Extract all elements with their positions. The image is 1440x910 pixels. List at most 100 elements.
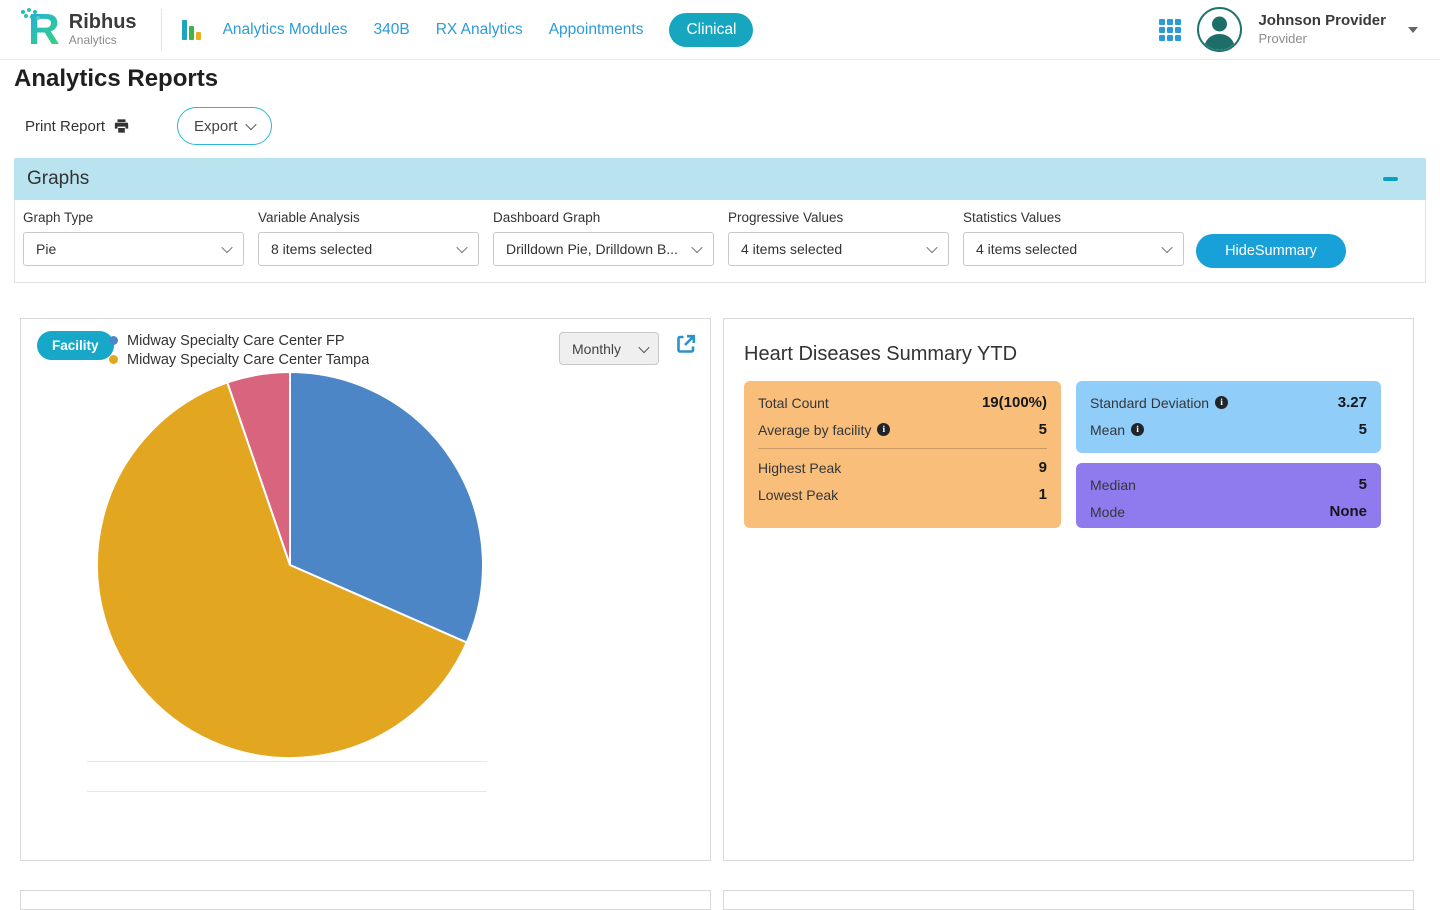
period-select[interactable]: Monthly <box>559 332 659 365</box>
legend-dot-icon <box>109 336 118 345</box>
summary-row: Lowest Peak 1 <box>758 481 1047 508</box>
control-progressive-values: Progressive Values 4 items selected <box>728 210 963 282</box>
control-graph-type: Graph Type Pie <box>23 210 258 282</box>
graphs-section-header: Graphs <box>14 158 1426 200</box>
control-label: Statistics Values <box>963 210 1198 225</box>
header-right: Johnson Provider Provider <box>1159 7 1418 52</box>
nav-340b[interactable]: 340B <box>373 21 409 39</box>
user-role: Provider <box>1258 31 1386 47</box>
pie-chart[interactable] <box>95 370 485 760</box>
selected-value: Pie <box>36 241 56 257</box>
apps-grid-icon[interactable] <box>1159 19 1181 41</box>
ribhus-logo-icon: R <box>28 8 60 52</box>
count-summary-card: Total Count 19(100%) Average by facility… <box>744 381 1061 528</box>
chevron-down-icon <box>926 242 937 253</box>
printer-icon <box>113 118 130 134</box>
hide-summary-button[interactable]: HideSummary <box>1196 234 1346 268</box>
row-label: Highest Peak <box>758 460 841 476</box>
row-value: 1 <box>1039 486 1047 503</box>
row-value: 5 <box>1039 421 1047 438</box>
control-label: Dashboard Graph <box>493 210 728 225</box>
summary-row: Total Count 19(100%) <box>758 389 1047 416</box>
collapse-minus-icon[interactable] <box>1383 177 1398 181</box>
selected-value: 4 items selected <box>741 241 842 257</box>
summary-row: Mean i 5 <box>1090 416 1367 443</box>
chevron-down-icon <box>1161 242 1172 253</box>
main-nav: Analytics Modules 340B RX Analytics Appo… <box>182 13 754 47</box>
print-report-label: Print Report <box>25 118 105 135</box>
dashboard-graph-select[interactable]: Drilldown Pie, Drilldown B... <box>493 232 714 266</box>
control-label: Variable Analysis <box>258 210 493 225</box>
export-button[interactable]: Export <box>177 107 272 145</box>
summary-panel: Heart Diseases Summary YTD Total Count 1… <box>723 318 1414 861</box>
chevron-down-icon <box>691 242 702 253</box>
chevron-down-icon <box>456 242 467 253</box>
graphs-section: Graphs Graph Type Pie Variable Analysis … <box>14 158 1426 283</box>
row-value: None <box>1330 503 1368 520</box>
chevron-down-icon <box>638 341 649 352</box>
graphs-controls-panel: Graph Type Pie Variable Analysis 8 items… <box>14 200 1426 283</box>
bar-chart-icon <box>182 20 201 40</box>
top-navigation-bar: R Ribhus Analytics Analytics Modules 340… <box>0 0 1440 60</box>
next-panel-left <box>20 890 711 910</box>
card-divider <box>758 448 1047 449</box>
selected-value: 8 items selected <box>271 241 372 257</box>
stats-summary-card: Standard Deviation i 3.27 Mean i 5 <box>1076 381 1381 453</box>
pie-chart-panel: Facility Midway Specialty Care Center FP… <box>20 318 711 861</box>
chevron-down-icon <box>246 119 257 130</box>
info-icon[interactable]: i <box>1131 423 1144 436</box>
report-toolbar: Print Report Export <box>25 106 1440 146</box>
statistics-values-select[interactable]: 4 items selected <box>963 232 1184 266</box>
control-statistics-values: Statistics Values 4 items selected <box>963 210 1198 282</box>
nav-rx-analytics[interactable]: RX Analytics <box>436 21 523 39</box>
selected-period: Monthly <box>572 341 621 357</box>
graph-type-select[interactable]: Pie <box>23 232 244 266</box>
expand-icon[interactable] <box>675 333 697 355</box>
selected-value: 4 items selected <box>976 241 1077 257</box>
row-label: Average by facility i <box>758 422 890 438</box>
row-value: 5 <box>1359 421 1367 438</box>
info-icon[interactable]: i <box>1215 396 1228 409</box>
chart-footer-line <box>87 791 487 792</box>
user-info[interactable]: Johnson Provider Provider <box>1258 12 1386 47</box>
row-label: Mean i <box>1090 422 1144 438</box>
user-name: Johnson Provider <box>1258 12 1386 31</box>
summary-title: Heart Diseases Summary YTD <box>744 343 1017 366</box>
info-icon[interactable]: i <box>877 423 890 436</box>
export-label: Export <box>194 118 237 135</box>
nav-clinical-active[interactable]: Clinical <box>669 13 753 47</box>
row-label: Standard Deviation i <box>1090 395 1228 411</box>
nav-appointments[interactable]: Appointments <box>549 21 644 39</box>
header-divider <box>161 9 162 51</box>
avatar[interactable] <box>1197 7 1242 52</box>
variable-analysis-select[interactable]: 8 items selected <box>258 232 479 266</box>
nav-analytics-modules[interactable]: Analytics Modules <box>223 21 348 39</box>
legend-label: Midway Specialty Care Center Tampa <box>127 352 369 368</box>
row-label: Total Count <box>758 395 829 411</box>
legend-label: Midway Specialty Care Center FP <box>127 333 345 349</box>
brand-name: Ribhus <box>69 12 137 33</box>
user-menu-caret-icon[interactable] <box>1408 27 1418 33</box>
row-label: Median <box>1090 477 1136 493</box>
row-value: 9 <box>1039 459 1047 476</box>
row-value: 19(100%) <box>982 394 1047 411</box>
page-title: Analytics Reports <box>14 65 1440 93</box>
legend-item[interactable]: Midway Specialty Care Center FP <box>109 331 369 350</box>
print-report-button[interactable]: Print Report <box>25 118 130 135</box>
progressive-values-select[interactable]: 4 items selected <box>728 232 949 266</box>
legend-dot-icon <box>109 355 118 364</box>
summary-row: Median 5 <box>1090 471 1367 498</box>
legend-item[interactable]: Midway Specialty Care Center Tampa <box>109 350 369 367</box>
control-label: Progressive Values <box>728 210 963 225</box>
facility-button[interactable]: Facility <box>37 331 114 360</box>
summary-row: Highest Peak 9 <box>758 454 1047 481</box>
control-dashboard-graph: Dashboard Graph Drilldown Pie, Drilldown… <box>493 210 728 282</box>
selected-value: Drilldown Pie, Drilldown B... <box>506 241 678 257</box>
median-summary-card: Median 5 Mode None <box>1076 463 1381 528</box>
summary-row: Mode None <box>1090 498 1367 525</box>
summary-row: Standard Deviation i 3.27 <box>1090 389 1367 416</box>
chart-footer-line <box>87 761 487 762</box>
row-label: Lowest Peak <box>758 487 838 503</box>
brand-logo[interactable]: R Ribhus Analytics <box>28 8 137 52</box>
row-label: Mode <box>1090 504 1125 520</box>
